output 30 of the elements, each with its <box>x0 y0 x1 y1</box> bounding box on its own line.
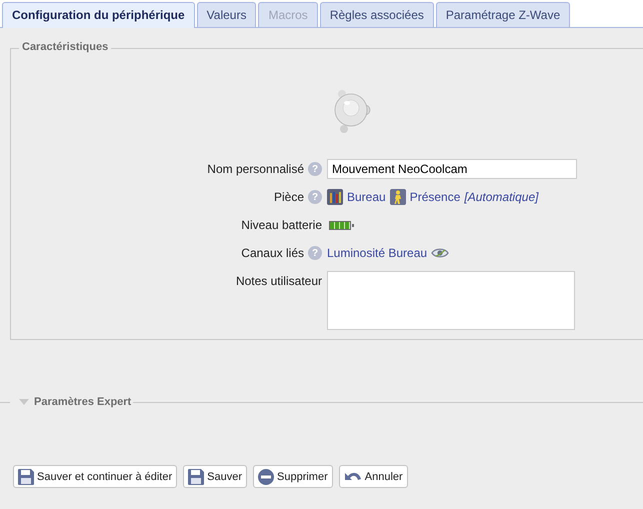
mode-note: [Automatique] <box>464 190 538 204</box>
books-icon <box>327 189 343 205</box>
tab: Macros <box>258 2 318 27</box>
field-label: Canaux liés <box>241 246 304 260</box>
mode-link[interactable]: Présence <box>410 190 460 204</box>
motion-sensor-icon <box>332 89 372 133</box>
field-label: Pièce <box>274 190 304 204</box>
cancel-button[interactable]: Annuler <box>338 465 408 488</box>
section-legend: Caractéristiques <box>19 41 112 53</box>
tab[interactable]: Valeurs <box>196 2 256 27</box>
tab[interactable]: Règles associées <box>320 2 434 27</box>
name-field[interactable]: Mouvement NeoCoolcam <box>327 159 577 179</box>
save-continue-button[interactable]: Sauver et continuer à éditer <box>13 465 178 488</box>
save-icon <box>18 468 34 484</box>
room-link[interactable]: Bureau <box>347 190 386 204</box>
eye-icon[interactable] <box>431 247 450 259</box>
field-label: Nom personnalisé <box>207 162 304 176</box>
tab[interactable]: Paramétrage Z-Wave <box>436 2 570 27</box>
walking-person-icon <box>390 189 406 205</box>
triangle-icon[interactable] <box>19 399 29 405</box>
tab[interactable]: Configuration du périphérique <box>2 2 195 28</box>
minus-circle-icon <box>258 468 274 484</box>
field-label: Notes utilisateur <box>236 274 322 288</box>
save-button[interactable]: Sauver <box>183 465 247 488</box>
delete-button[interactable]: Supprimer <box>253 465 333 488</box>
field-label: Niveau batterie <box>241 218 322 232</box>
notes-field[interactable] <box>327 271 575 330</box>
channel-link[interactable]: Luminosité Bureau <box>327 246 428 260</box>
section-legend[interactable]: Paramètres Expert <box>34 396 134 408</box>
save-icon <box>188 468 204 484</box>
